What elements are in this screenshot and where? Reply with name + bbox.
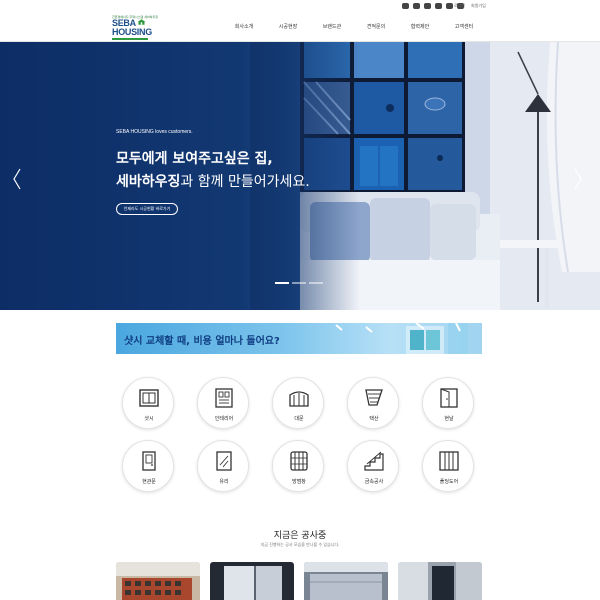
category-label: 택산 bbox=[369, 416, 379, 422]
youtube-icon[interactable] bbox=[402, 3, 409, 9]
login-link[interactable]: 로그인 bbox=[454, 2, 465, 9]
door-open-icon bbox=[440, 388, 458, 408]
category-label: 대문 bbox=[294, 416, 304, 422]
site-header: 친환경에너지 주택시스템 세바하우징 SEBA HOUSING 회사소개 시공현… bbox=[0, 12, 600, 42]
site-logo[interactable]: 친환경에너지 주택시스템 세바하우징 SEBA HOUSING bbox=[112, 15, 158, 41]
construction-thumb[interactable] bbox=[304, 562, 388, 600]
blind-icon bbox=[365, 389, 383, 406]
house-icon bbox=[137, 19, 146, 25]
building-photo bbox=[116, 562, 200, 600]
nav-item-brand[interactable]: 브랜드관 bbox=[310, 24, 354, 31]
signup-link[interactable]: 회원가입 bbox=[471, 2, 486, 9]
category-blind[interactable]: 택산 bbox=[347, 377, 399, 429]
section-title: 지금은 공사중 bbox=[273, 531, 327, 541]
gate-icon bbox=[289, 391, 309, 407]
category-door[interactable]: 현날 bbox=[422, 377, 474, 429]
category-label: 인테리어 bbox=[214, 416, 234, 422]
category-label: 금속공사 bbox=[364, 479, 384, 485]
cost-promo-banner[interactable]: 샷시 교체할 때, 비용 얼마나 들어요? bbox=[116, 323, 482, 354]
next-slide-icon[interactable] bbox=[573, 168, 583, 190]
front-door-icon bbox=[142, 451, 156, 471]
slide-dot[interactable] bbox=[292, 282, 306, 284]
construction-thumb[interactable] bbox=[398, 562, 482, 600]
category-label: 현관문 bbox=[142, 479, 156, 485]
category-sash[interactable]: 샷시 bbox=[122, 377, 174, 429]
section-subtitle: 지금 진행하는 공사 모습을 만나볼 수 있습니다. bbox=[260, 542, 340, 547]
balcony-photo bbox=[304, 562, 388, 600]
category-label: 방범창 bbox=[292, 479, 306, 485]
nav-item-partnership[interactable]: 협력제안 bbox=[398, 24, 442, 31]
worker-photo bbox=[398, 562, 482, 600]
main-nav: 회사소개 시공현장 브랜드관 견적문의 협력제안 고객센터 bbox=[222, 24, 486, 31]
logo-line2: HOUSING bbox=[112, 27, 152, 37]
category-front-door[interactable]: 현관문 bbox=[122, 440, 174, 492]
hero-brand-name: 세바하우징 bbox=[116, 174, 181, 190]
interior-icon bbox=[215, 388, 233, 408]
blog-icon[interactable] bbox=[413, 3, 420, 9]
construction-thumb[interactable] bbox=[210, 562, 294, 600]
slide-pagination bbox=[275, 282, 323, 284]
category-gate[interactable]: 대문 bbox=[272, 377, 324, 429]
category-security-window[interactable]: 방범창 bbox=[272, 440, 324, 492]
talk-icon[interactable] bbox=[435, 3, 442, 9]
hero-headline-1: 모두에게 보여주고싶은 집, bbox=[116, 151, 273, 167]
category-label: 폴딩도어 bbox=[439, 479, 459, 485]
prev-slide-icon[interactable] bbox=[12, 168, 22, 190]
hero-slider: SEBA HOUSING loves customers. 모두에게 보여주고싶… bbox=[0, 42, 600, 310]
logo-underline bbox=[112, 38, 148, 40]
nav-item-sites[interactable]: 시공현장 bbox=[266, 24, 310, 31]
category-glass[interactable]: 유리 bbox=[197, 440, 249, 492]
window-frame-icon bbox=[139, 389, 159, 407]
category-interior[interactable]: 인테리어 bbox=[197, 377, 249, 429]
hero-eyebrow: SEBA HOUSING loves customers. bbox=[116, 129, 193, 135]
window-photo bbox=[210, 562, 294, 600]
hero-cta-button[interactable]: 언제라도 시공현황 바로가기 bbox=[116, 203, 178, 215]
nav-item-company[interactable]: 회사소개 bbox=[222, 24, 266, 31]
page: 로그인 회원가입 친환경에너지 주택시스템 세바하우징 SEBA HOUSING… bbox=[0, 0, 600, 600]
category-label: 샷시 bbox=[144, 416, 154, 422]
banner-headline: 샷시 교체할 때, 비용 얼마나 들어요? bbox=[124, 336, 280, 347]
category-folding-door[interactable]: 폴딩도어 bbox=[422, 440, 474, 492]
slide-dot[interactable] bbox=[275, 282, 289, 284]
category-metal-work[interactable]: 금속공사 bbox=[347, 440, 399, 492]
slide-dot[interactable] bbox=[309, 282, 323, 284]
category-label: 유리 bbox=[219, 479, 229, 485]
nav-item-estimate[interactable]: 견적문의 bbox=[354, 24, 398, 31]
hero-headline-rest: 과 함께 만들어가세요. bbox=[180, 174, 310, 190]
construction-thumb[interactable] bbox=[116, 562, 200, 600]
top-utility-bar: 로그인 회원가입 bbox=[0, 0, 600, 12]
security-window-icon bbox=[290, 451, 308, 471]
kakao-icon[interactable] bbox=[446, 3, 453, 9]
category-label: 현날 bbox=[444, 416, 454, 422]
hero-headline-2: 세바하우징과 함께 만들어가세요. bbox=[116, 171, 310, 191]
instagram-icon[interactable] bbox=[424, 3, 431, 9]
glass-icon bbox=[216, 451, 232, 471]
metal-stairs-icon bbox=[364, 451, 384, 471]
folding-door-icon bbox=[439, 451, 459, 471]
nav-item-support[interactable]: 고객센터 bbox=[442, 24, 486, 31]
util-links: 로그인 회원가입 bbox=[454, 2, 486, 9]
